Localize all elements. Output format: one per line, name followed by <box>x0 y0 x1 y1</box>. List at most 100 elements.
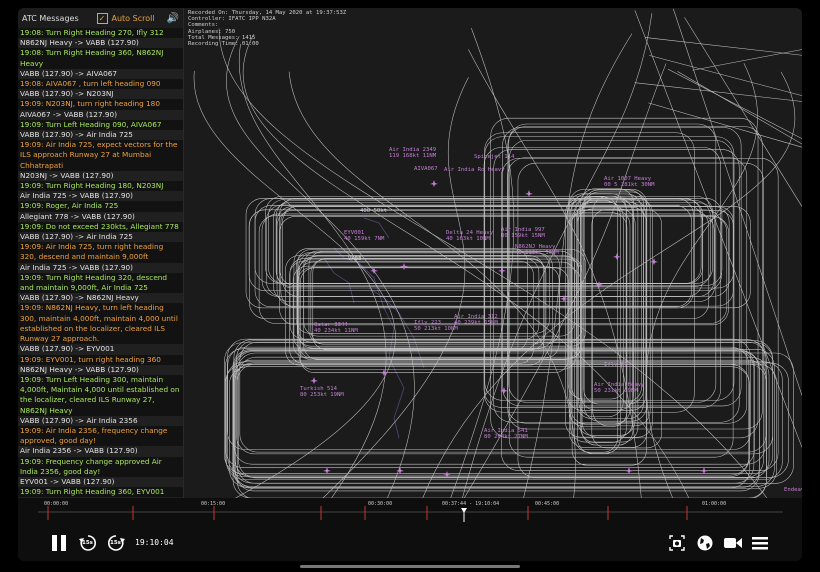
aircraft-marker[interactable] <box>396 467 404 474</box>
pause-icon[interactable] <box>50 534 68 552</box>
atc-message: N862NJ Heavy -> VABB (127.90) <box>18 364 183 375</box>
flight-track <box>234 362 789 478</box>
flight-track <box>692 49 802 71</box>
flight-track <box>293 248 528 352</box>
atc-message: 19:08: Turn Right Heading 360, N862NJ He… <box>20 48 164 68</box>
aircraft-marker[interactable] <box>443 471 451 478</box>
flight-track <box>649 55 802 96</box>
flight-track <box>289 260 534 364</box>
screenshot-icon[interactable] <box>668 534 686 552</box>
flight-track <box>648 102 802 148</box>
forward-15-label: 15s <box>110 540 121 546</box>
aircraft-info: 40 163kt 10NM <box>446 236 490 242</box>
atc-message: Air India 2356 -> VABB (127.90) <box>18 446 183 457</box>
camera-icon[interactable] <box>723 535 743 551</box>
atc-message: VABB (127.90) -> N203NJ <box>18 89 183 100</box>
flight-track <box>232 349 775 487</box>
flight-track <box>275 200 711 287</box>
aircraft-label[interactable]: AIVA067 <box>414 166 438 172</box>
aircraft-info: 119 168kt 11NM <box>389 153 437 159</box>
flight-track <box>644 37 802 56</box>
flight-track <box>322 77 469 498</box>
auto-scroll-label[interactable]: Auto Scroll <box>112 14 155 23</box>
timeline-label-end: 01:00:00 <box>702 501 727 507</box>
flight-track <box>249 209 710 319</box>
aircraft-info: 40 239kt 15NM <box>454 320 498 326</box>
atc-message: 19:09: Do not exceed 230kts, Allegiant 7… <box>20 221 179 231</box>
atc-messages-header: ATC Messages ✓ Auto Scroll 🔊 <box>18 8 183 28</box>
airport-label[interactable]: VABB <box>348 256 362 262</box>
radar-map[interactable]: Air India 2349 119 168kt 11NM Spicejet 114… <box>184 8 802 498</box>
atc-message: Air India 725 -> VABB (127.90) <box>18 191 183 202</box>
flight-track <box>276 206 734 289</box>
atc-message: Air India 725 -> VABB (127.90) <box>18 262 183 273</box>
aircraft-marker[interactable] <box>613 253 621 260</box>
aircraft-label[interactable]: Air India Ro Heavy <box>444 167 505 173</box>
flight-track <box>298 261 577 370</box>
flight-track <box>634 10 802 448</box>
atc-message: VABB (127.90) -> EYV001 <box>18 344 183 355</box>
aircraft-info: 80 264kt 27NM <box>484 434 528 440</box>
home-indicator <box>300 565 520 568</box>
aircraft-info: 50 213kt 10NM <box>414 326 458 332</box>
speaker-icon[interactable]: 🔊 <box>167 13 179 24</box>
flight-track <box>634 82 802 102</box>
aircraft-info: 40 234kt 11NM <box>314 328 358 334</box>
flight-track <box>571 193 642 403</box>
flight-tracks: Air India 2349119 168kt 11NM Spicejet 114… <box>193 8 802 498</box>
atc-message: VABB (127.90) -> Air India 725 <box>18 232 183 243</box>
aircraft-label[interactable]: Ifly 57 <box>604 362 628 368</box>
atc-message: EYV001 -> VABB (127.90) <box>18 476 183 488</box>
atc-message: 19:09: Turn Left Heading 300, maintain 4… <box>20 374 180 415</box>
globe-icon[interactable] <box>696 534 714 552</box>
aircraft-info: 00 5 281kt 30NM <box>604 182 655 188</box>
atc-message: 19:09: Turn Right Heading 360, EYV001 <box>20 487 165 497</box>
aircraft-marker[interactable] <box>430 180 438 187</box>
aircraft-marker[interactable] <box>400 263 408 270</box>
playback-time: 19:10:04 <box>135 538 174 547</box>
aircraft-marker[interactable] <box>323 467 331 474</box>
auto-scroll-checkbox[interactable]: ✓ <box>96 12 108 24</box>
atc-message: 19:09: Air India 725, expect vectors for… <box>20 140 178 170</box>
atc-message: VABB (127.90) -> N862NJ Heavy <box>18 293 183 304</box>
flight-track <box>232 363 777 489</box>
flight-track <box>677 71 802 145</box>
atc-message: 19:09: N862NJ Heavy, turn left heading 3… <box>20 303 178 344</box>
aircraft-marker[interactable] <box>650 258 658 265</box>
menu-icon[interactable] <box>751 535 769 551</box>
recording-info-line: Recording Time: 01:00 <box>188 41 259 48</box>
atc-message: VABB (127.90) -> Air India 725 <box>18 130 183 141</box>
aircraft-marker[interactable] <box>525 190 533 197</box>
atc-message: 19:09: Roger, Air India 725 <box>20 201 119 211</box>
flight-track <box>483 146 721 408</box>
atc-messages-panel: ATC Messages ✓ Auto Scroll 🔊 19:08: Turn… <box>18 8 184 498</box>
app-frame: ATC Messages ✓ Auto Scroll 🔊 19:08: Turn… <box>18 8 802 561</box>
atc-message: 19:09: Turn Left Heading 090, AIVA067 <box>20 119 162 129</box>
aircraft-marker[interactable] <box>560 295 568 302</box>
rewind-15-label: 15s <box>82 540 93 546</box>
flight-track <box>248 209 722 291</box>
atc-message: 19:09: Frequency change approved Air Ind… <box>20 456 162 476</box>
flight-track <box>288 71 576 498</box>
aircraft-info: 40 213kt 10NM <box>515 250 559 256</box>
aircraft-marker[interactable] <box>310 377 318 384</box>
atc-message: VABB (127.90) -> Air India 2356 <box>18 415 183 426</box>
recording-info: Recorded On: Thursday, 14 May 2020 at 19… <box>188 10 346 47</box>
atc-message: N862NJ Heavy -> VABB (127.90) <box>18 38 183 49</box>
message-list[interactable]: 19:08: Turn Right Heading 270, Ifly 312 N… <box>18 28 183 498</box>
atc-message: 19:08: AIVA067 , turn left heading 090 <box>20 79 161 89</box>
timeline-label-start: 00:00:00 <box>44 501 69 507</box>
atc-message: 19:09: Air India 2356, frequency change … <box>20 425 168 446</box>
flight-track <box>567 198 647 411</box>
atc-message: 19:09: EYV001, turn right heading 360 <box>20 354 161 364</box>
playback-controls: 15s 15s 19:10:04 <box>18 524 802 561</box>
timeline-label-30: 00:30:00 <box>368 501 393 507</box>
aircraft-info: 80 253kt 19NM <box>300 392 344 398</box>
aircraft-label[interactable]: Endeavor 8 <box>784 487 802 493</box>
aircraft-label[interactable]: Spicejet 114 <box>474 154 515 160</box>
flight-track <box>234 350 760 488</box>
timeline-track[interactable] <box>18 498 802 524</box>
timeline[interactable]: 00:00:00 00:15:00 00:30:00 00:37:44 - 19… <box>18 498 802 524</box>
flight-track <box>235 350 760 492</box>
flight-track <box>581 197 634 446</box>
